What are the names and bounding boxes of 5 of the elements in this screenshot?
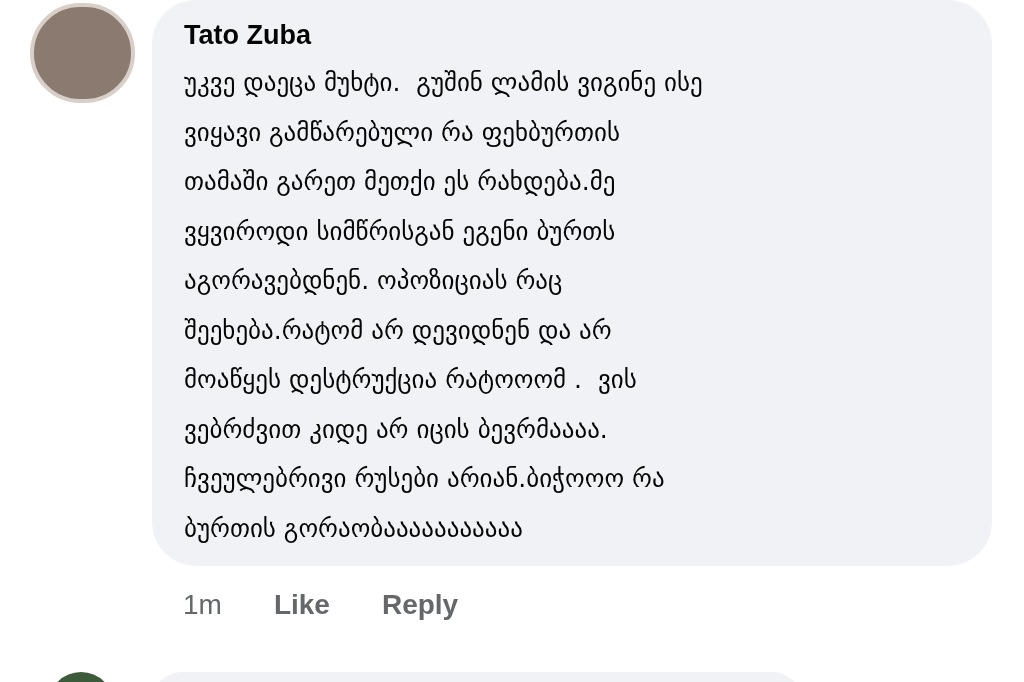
like-link[interactable]: Like	[273, 584, 330, 626]
author-name[interactable]: Tato Zuba	[184, 18, 992, 52]
timestamp: 1m	[183, 588, 222, 622]
comment-text: უკვე დაეცა მუხტი. გუშინ ლამის ვიგინე ისე ვიყავი გამწარებული რა ფეხბურთის თამაში გარეთ მეთქი ეს რახდება.მე ვყვიროდი სიმწრისგან ეგენი ბურთს აგორავებდნენ. ოპოზიციას რაც შეეხება.რატომ არ დევიდნენ და არ მოაწყეს დესტრუქცია რატოოომ . ვის ვებრძვით კიდე არ იცის ბევრმაააა. ჩვეულებრივი რუსები არიან.ბიჭოოო რა ბურთის გორაობააააააააააა	[184, 67, 704, 545]
reply-link[interactable]: Reply	[381, 584, 459, 626]
